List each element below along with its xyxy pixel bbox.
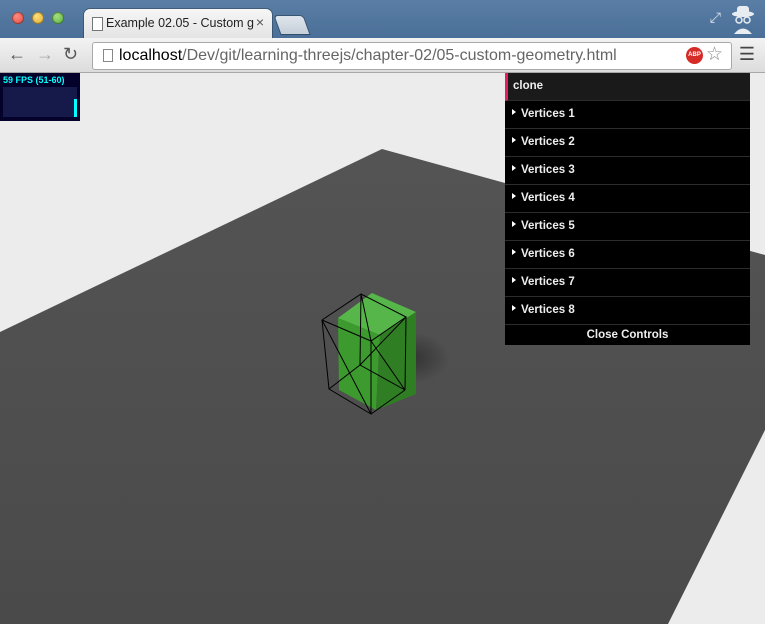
browser-toolbar: ← → ↻ localhost/Dev/git/learning-threejs… [0,38,765,73]
folder-label: Vertices 5 [521,220,575,232]
custom-geometry-cube [338,293,416,410]
menu-icon[interactable]: ☰ [739,44,755,65]
url-text[interactable]: localhost/Dev/git/learning-threejs/chapt… [119,47,617,65]
bookmark-star-icon[interactable]: ☆ [706,43,723,66]
folder-vertices-6[interactable]: Vertices 6 [505,241,750,269]
folder-vertices-5[interactable]: Vertices 5 [505,213,750,241]
caret-right-icon [512,305,516,311]
back-icon[interactable]: ← [8,44,26,65]
folder-vertices-8[interactable]: Vertices 8 [505,297,750,325]
folder-label: Vertices 7 [521,276,575,288]
page-icon [103,49,113,62]
caret-right-icon [512,249,516,255]
title-bar: Example 02.05 - Custom geometry × ⤢ [0,0,765,38]
clone-button[interactable]: clone [505,73,750,101]
url-host: localhost [119,47,183,64]
fps-stats-panel[interactable]: 59 FPS (51-60) [0,73,80,121]
caret-right-icon [512,277,516,283]
caret-right-icon [512,137,516,143]
page-icon [92,17,103,31]
folder-vertices-4[interactable]: Vertices 4 [505,185,750,213]
caret-right-icon [512,165,516,171]
caret-right-icon [512,221,516,227]
webgl-viewport[interactable]: 59 FPS (51-60) clone Vertices 1 Vertices… [0,73,765,624]
fullscreen-icon[interactable]: ⤢ [710,9,721,26]
clone-label: clone [513,80,544,92]
incognito-icon [732,6,754,34]
tab-close-icon[interactable]: × [256,14,264,30]
fps-graph [3,87,77,117]
close-window-button[interactable] [12,12,24,24]
controls-panel: clone Vertices 1 Vertices 2 Vertices 3 V… [505,73,750,345]
fps-graph-bar [74,99,77,117]
address-bar[interactable]: localhost/Dev/git/learning-threejs/chapt… [92,42,732,70]
tab-title: Example 02.05 - Custom geometry [106,16,254,30]
new-tab-button[interactable] [274,16,310,34]
folder-label: Vertices 1 [521,108,575,120]
reload-icon[interactable]: ↻ [63,44,78,65]
folder-vertices-2[interactable]: Vertices 2 [505,129,750,157]
fps-readout: 59 FPS (51-60) [3,75,65,85]
caret-right-icon [512,193,516,199]
folder-label: Vertices 2 [521,136,575,148]
adblock-icon[interactable]: ABP [686,47,703,64]
url-path: /Dev/git/learning-threejs/chapter-02/05-… [182,47,617,64]
folder-label: Vertices 6 [521,248,575,260]
browser-tab[interactable]: Example 02.05 - Custom geometry × [84,9,272,38]
folder-vertices-3[interactable]: Vertices 3 [505,157,750,185]
folder-vertices-7[interactable]: Vertices 7 [505,269,750,297]
close-controls-button[interactable]: Close Controls [505,325,750,345]
folder-label: Vertices 8 [521,304,575,316]
forward-icon[interactable]: → [36,44,54,65]
minimize-window-button[interactable] [32,12,44,24]
zoom-window-button[interactable] [52,12,64,24]
folder-label: Vertices 3 [521,164,575,176]
folder-vertices-1[interactable]: Vertices 1 [505,101,750,129]
caret-right-icon [512,109,516,115]
folder-label: Vertices 4 [521,192,575,204]
